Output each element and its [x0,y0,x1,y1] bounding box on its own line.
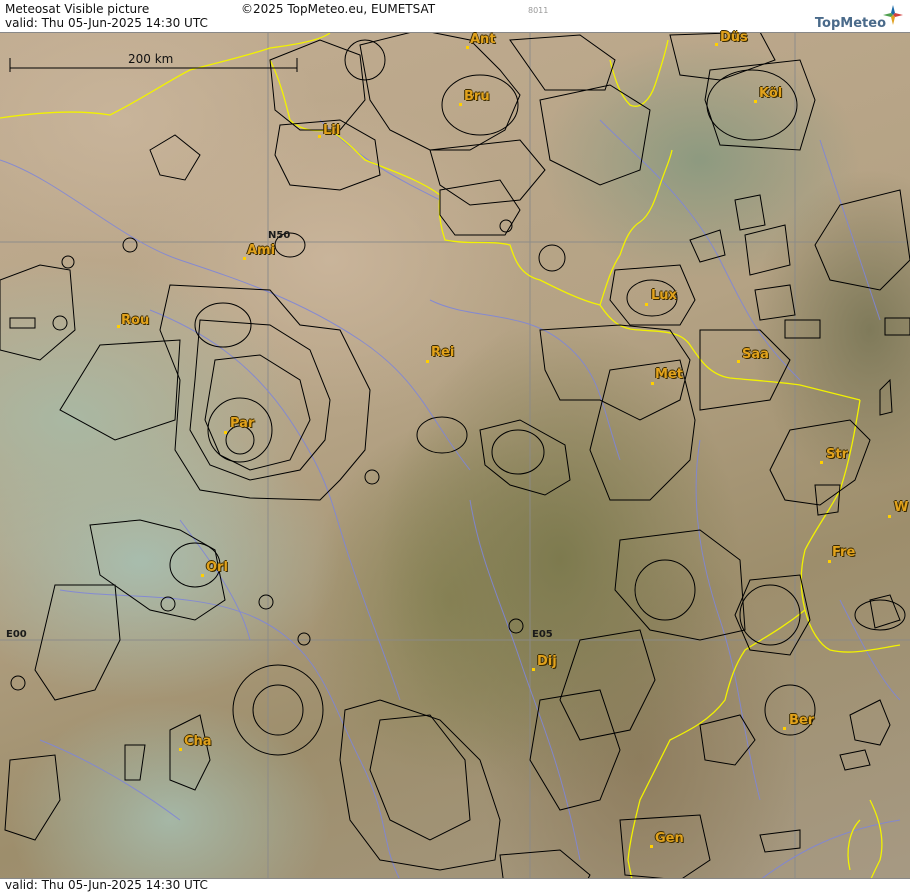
city-dot-rou [117,325,120,328]
lat-lon-grid [0,32,910,880]
city-dot-kol [754,100,757,103]
airspace-outlines [0,29,910,893]
country-borders [0,32,901,893]
city-kol[interactable]: Köl [759,87,782,101]
city-rei[interactable]: Rei [431,346,454,360]
city-dot-lil [318,135,321,138]
city-saa[interactable]: Saa [742,348,769,362]
compass-icon [883,5,903,25]
city-par[interactable]: Par [230,417,254,431]
city-dot-bru [459,103,462,106]
topmeteo-logo[interactable]: TopMeteo [815,16,886,31]
city-met[interactable]: Met [655,368,683,382]
city-dot-cha [179,748,182,751]
city-dus[interactable]: Düs [720,31,748,45]
city-dot-orl [201,574,204,577]
city-bru[interactable]: Bru [464,90,490,104]
city-fre[interactable]: Fre [832,546,855,560]
city-dot-ant [466,46,469,49]
city-dot-par [224,431,227,434]
city-dot-ami [243,257,246,260]
city-rou[interactable]: Rou [121,314,149,328]
map-title: Meteosat Visible picture [5,2,150,16]
city-dot-rei [426,360,429,363]
city-dot-dus [715,43,718,46]
city-gen[interactable]: Gen [655,832,684,846]
valid-time-top: valid: Thu 05-Jun-2025 14:30 UTC [5,16,208,30]
city-ber[interactable]: Ber [789,714,814,728]
satellite-map[interactable]: Meteosat Visible picture ©2025 TopMeteo.… [0,0,910,893]
scale-label: 200 km [128,52,174,66]
city-dij[interactable]: Dij [537,655,557,669]
city-dot-lux [645,303,648,306]
city-str[interactable]: Str [826,448,848,462]
image-code: 8011 [528,6,549,15]
copyright: ©2025 TopMeteo.eu, EUMETSAT [241,2,436,16]
city-dot-gen [650,845,653,848]
map-overlay [0,29,910,893]
logo-text: TopMeteo [814,16,886,31]
city-dot-met [651,382,654,385]
city-w[interactable]: W [894,501,908,515]
city-cha[interactable]: Cha [184,735,212,749]
city-lux[interactable]: Lux [651,289,677,303]
city-dot-str [820,461,823,464]
city-ant[interactable]: Ant [470,33,496,47]
city-ami[interactable]: Ami [247,244,275,258]
city-dot-dij [532,668,535,671]
grid-label-e05: E05 [532,629,553,640]
valid-time-bottom: valid: Thu 05-Jun-2025 14:30 UTC [5,878,208,892]
rivers [0,119,901,881]
city-dot-fre [828,560,831,563]
grid-label-n50: N50 [268,230,291,241]
city-dot-ber [783,727,786,730]
grid-label-e00: E00 [6,629,27,640]
city-dot-saa [737,360,740,363]
city-dot-w [888,515,891,518]
city-lil[interactable]: Lil [323,124,340,138]
city-orl[interactable]: Orl [206,561,228,575]
